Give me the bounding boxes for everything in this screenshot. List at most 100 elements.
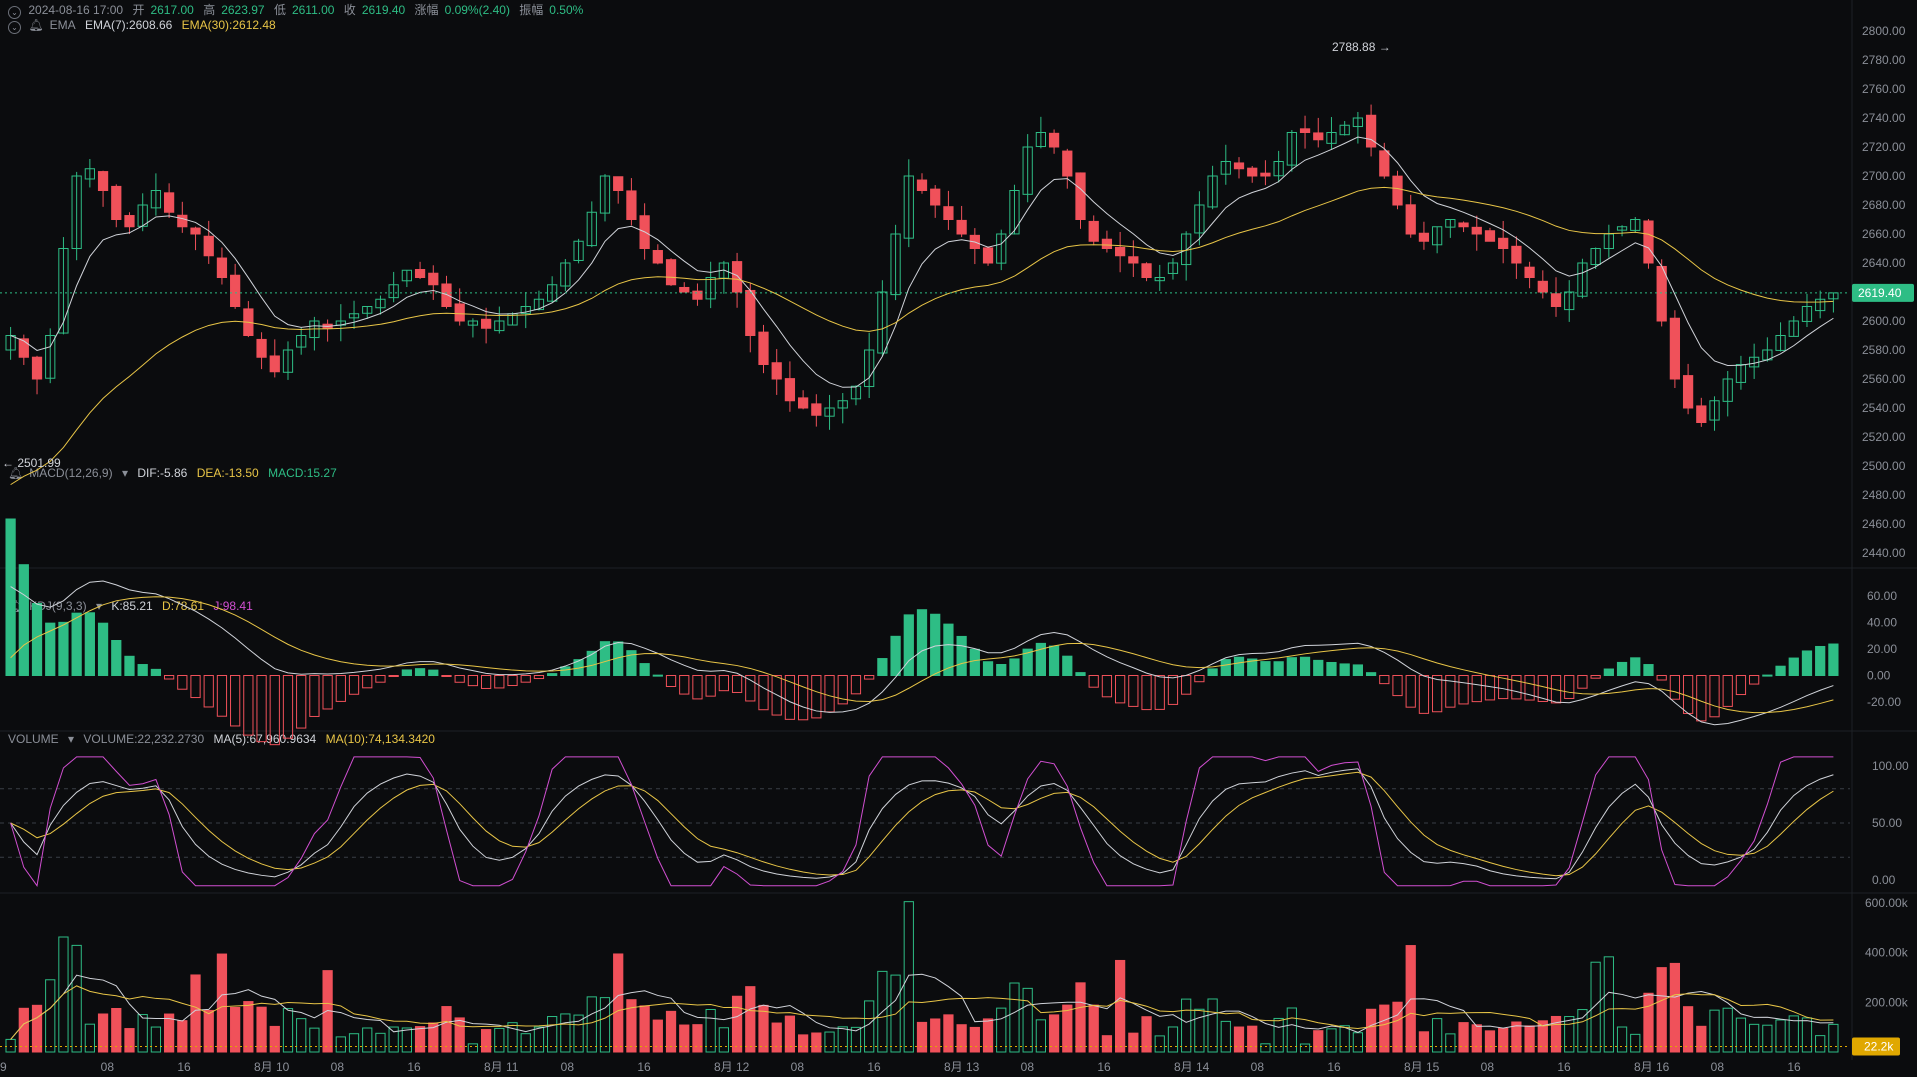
volume-bar — [731, 995, 743, 1053]
macd-bar — [718, 675, 729, 692]
macd-bar — [467, 675, 479, 687]
candle-body — [203, 235, 214, 257]
macd-bar — [1656, 675, 1667, 681]
price-tick-label: 2500.00 — [1862, 459, 1906, 473]
macd-bar — [1603, 668, 1614, 677]
macd-bar — [1299, 656, 1311, 676]
macd-bar — [956, 635, 967, 676]
macd-bar — [111, 639, 122, 677]
volume-bar — [1656, 967, 1667, 1053]
macd-bar — [916, 609, 928, 676]
macd-bar — [520, 675, 531, 683]
macd-bar — [216, 675, 228, 717]
macd-bar — [1313, 659, 1324, 676]
candle-body — [1498, 237, 1509, 249]
volume-bar — [903, 901, 914, 1053]
volume-bar — [613, 953, 624, 1053]
macd-bar — [1722, 675, 1733, 707]
volume-bar — [665, 1010, 677, 1053]
macd-bar — [203, 675, 214, 708]
macd-bar — [1286, 657, 1297, 677]
macd-bar — [705, 675, 716, 697]
candle-body — [1471, 226, 1482, 235]
time-axis-label: 16 — [1557, 1060, 1571, 1074]
macd-bar — [362, 675, 373, 689]
macd-bar — [5, 518, 16, 677]
volume-bar — [1577, 1009, 1588, 1053]
macd-bar — [84, 612, 95, 676]
trading-chart[interactable]: 2800.00 2780.00 2760.00 2740.00 2720.00 2700.… — [0, 0, 1917, 1077]
candle-body — [1656, 265, 1667, 322]
price-tick-label: 2580.00 — [1862, 343, 1906, 357]
macd-bar — [269, 675, 280, 746]
time-axis-label: 16 — [177, 1060, 191, 1074]
volume-bar — [1775, 1019, 1786, 1053]
price-tick-label: 2440.00 — [1862, 546, 1906, 560]
volume-tag: 22.2k — [1864, 1039, 1894, 1053]
macd-tick-label: 0.00 — [1867, 669, 1891, 683]
volume-bar — [5, 1038, 16, 1053]
macd-bar — [996, 664, 1007, 677]
volume-bar — [1220, 1020, 1231, 1053]
macd-bar — [824, 675, 835, 713]
price-tick-label: 2480.00 — [1862, 488, 1906, 502]
volume-bar — [467, 1043, 479, 1053]
time-axis-label: 16 — [1327, 1060, 1341, 1074]
candle-body — [1101, 238, 1113, 249]
candle-body — [613, 176, 624, 191]
volume-bar — [1352, 1032, 1364, 1053]
macd-bar — [1339, 663, 1350, 677]
candle-body — [1088, 220, 1099, 242]
volume-bar — [1233, 1026, 1245, 1053]
macd-tick-label: 60.00 — [1867, 589, 1897, 603]
macd-bar — [731, 675, 743, 693]
candle-body — [414, 269, 426, 278]
volume-bar — [639, 1005, 650, 1053]
macd-bar — [547, 673, 558, 677]
candle-body — [269, 355, 280, 373]
volume-bar — [31, 1004, 43, 1053]
volume-bar — [177, 1020, 188, 1053]
volume-bar — [771, 1022, 782, 1053]
candle-body — [97, 171, 109, 192]
price-tag: 2619.40 — [1858, 286, 1902, 300]
volume-bar — [745, 986, 756, 1053]
time-axis-label: 16 — [1097, 1060, 1111, 1074]
volume-bar — [1167, 1026, 1179, 1053]
candle-body — [1537, 280, 1548, 293]
time-axis-label: 16 — [1787, 1060, 1801, 1074]
macd-bar — [296, 675, 307, 729]
time-axis-label: 08 — [331, 1060, 345, 1074]
volume-tick-label: 400.00k — [1865, 946, 1909, 960]
macd-bar — [1365, 672, 1377, 676]
volume-bar — [520, 1033, 531, 1053]
candle-body — [679, 286, 690, 293]
candle-body — [1484, 230, 1496, 242]
candle-body — [771, 362, 782, 380]
volume-bar — [652, 1019, 663, 1053]
macd-bar — [1709, 675, 1720, 718]
price-tick-label: 2700.00 — [1862, 169, 1906, 183]
volume-bar — [1682, 1006, 1694, 1053]
candle-body — [1405, 204, 1416, 235]
candle-body — [441, 283, 452, 308]
volume-bar — [1260, 1043, 1271, 1053]
volume-bar — [296, 1018, 307, 1053]
candle-body — [1458, 222, 1469, 228]
candle-body — [1247, 167, 1258, 177]
price-tick-label: 2560.00 — [1862, 372, 1906, 386]
macd-bar — [177, 675, 188, 690]
time-axis-label: 8月 11 — [484, 1060, 519, 1074]
candle-body — [1048, 132, 1060, 148]
macd-bar — [1207, 668, 1218, 676]
volume-bar — [705, 1008, 716, 1053]
candle-body — [256, 338, 267, 358]
volume-bar — [1722, 1007, 1733, 1053]
macd-bar — [679, 675, 690, 695]
kdj-tick-label: 0.00 — [1872, 873, 1896, 887]
volume-bar — [1009, 982, 1020, 1053]
candle-body — [665, 259, 677, 286]
volume-bar — [758, 1004, 769, 1053]
candle-body — [731, 261, 743, 293]
candle-body — [982, 247, 994, 264]
